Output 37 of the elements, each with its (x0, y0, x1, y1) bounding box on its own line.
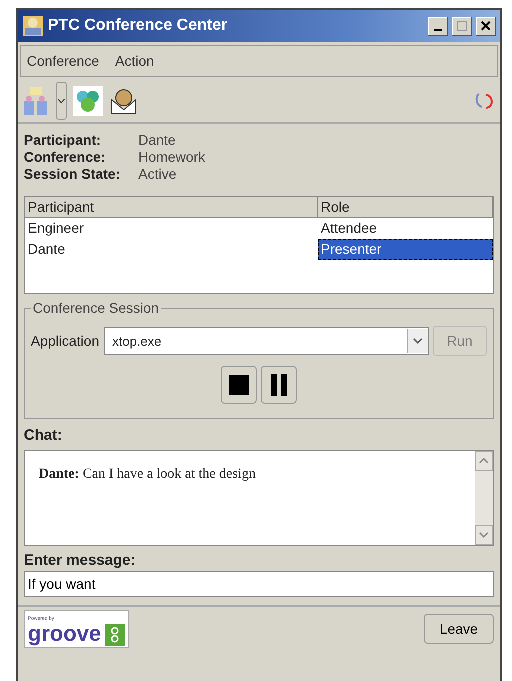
dropdown-arrow-icon[interactable] (56, 82, 67, 120)
menu-item[interactable]: Action (115, 53, 154, 69)
field-value: Active (138, 166, 178, 182)
app-icon (22, 15, 44, 37)
table-cell-text: Engineer (27, 219, 86, 238)
scroll-bar[interactable] (475, 451, 493, 545)
chat-message: Dante: Can I have a look at the design (39, 467, 257, 483)
close-icon (481, 21, 491, 31)
maximize-button[interactable] (452, 16, 472, 36)
field-label: Application (31, 333, 100, 349)
minimize-icon (434, 29, 442, 31)
window-title: PTC Conference Center (48, 17, 229, 35)
message-label: Enter message: (23, 551, 137, 571)
table-cell-text: Dante (27, 240, 66, 259)
leave-button[interactable]: Leave (424, 614, 494, 644)
pause-icon (271, 374, 287, 396)
puzzle-icon[interactable] (73, 86, 103, 116)
column-header[interactable]: Participant (25, 197, 318, 218)
stop-button[interactable] (221, 366, 257, 404)
application-dropdown[interactable]: xtop.exe (104, 327, 429, 355)
field-label: Participant: (24, 132, 102, 148)
stop-icon (229, 375, 249, 395)
table-cell[interactable]: Presenter (318, 239, 493, 260)
pause-button[interactable] (261, 366, 297, 404)
field-label: Conference: (24, 149, 107, 165)
field-value: Homework (138, 149, 206, 165)
field-value: Dante (138, 132, 177, 148)
group-title: Conference Session (32, 300, 160, 316)
menu-item[interactable]: Conference (27, 53, 100, 69)
message-field[interactable]: If you want (24, 571, 494, 597)
column-header[interactable]: Role (318, 197, 493, 218)
chat-label: Chat: (23, 426, 64, 446)
maximize-icon (456, 20, 468, 32)
close-button[interactable] (476, 16, 496, 36)
field-label: Session State: (24, 166, 120, 182)
table-cell[interactable]: Attendee (318, 218, 493, 239)
minimize-button[interactable] (428, 16, 448, 36)
